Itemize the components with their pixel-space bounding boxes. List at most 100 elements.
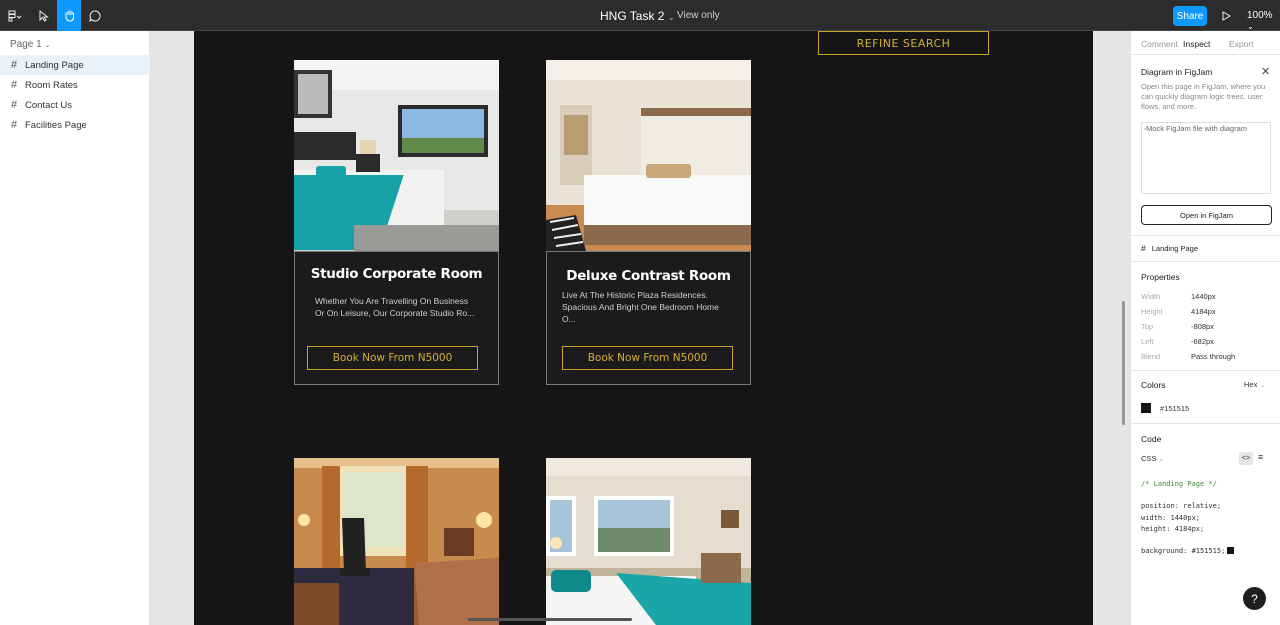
card-description: Whether You Are Travelling On Business Or… <box>315 295 474 319</box>
diagram-title: Diagram in FigJam <box>1141 67 1213 77</box>
tab-export[interactable]: Export <box>1229 39 1254 49</box>
prop-width-value: 1440px <box>1191 292 1216 301</box>
chevron-down-icon: ⌄ <box>44 42 51 49</box>
document-title[interactable]: HNG Task 2 ⌄ <box>600 9 675 23</box>
code-line: width: 1440px; <box>1141 514 1201 522</box>
layer-room-rates[interactable]: # Room Rates <box>0 75 150 95</box>
prop-height-value: 4184px <box>1191 307 1216 316</box>
close-icon[interactable]: ✕ <box>1261 65 1270 78</box>
layer-contact-us[interactable]: # Contact Us <box>0 95 150 115</box>
classic-room-photo <box>294 458 499 625</box>
chevron-down-icon: ⌄ <box>1259 380 1266 389</box>
ocean-room-photo <box>546 458 751 625</box>
color-format-label: Hex <box>1244 380 1258 389</box>
ocean-room-image <box>546 458 751 625</box>
card-desc-line: O... <box>562 314 576 324</box>
play-icon <box>1222 10 1231 21</box>
hand-icon <box>64 10 74 22</box>
code-line: height: 4184px; <box>1141 525 1205 533</box>
layer-facilities-page[interactable]: # Facilities Page <box>0 115 150 135</box>
open-in-figjam-button[interactable]: Open in FigJam <box>1141 205 1272 225</box>
layers-panel: Page 1 ⌄ # Landing Page # Room Rates # Cont… <box>0 31 150 625</box>
book-now-button[interactable]: Book Now From N5000 <box>307 346 478 370</box>
card-title: Studio Corporate Room <box>310 266 483 282</box>
preview-alt-text: Mock FigJam file with diagram <box>1146 124 1248 133</box>
deluxe-room-photo <box>546 60 751 251</box>
color-hex-value[interactable]: #151515 <box>1160 404 1189 413</box>
comment-tool-button[interactable] <box>83 0 107 31</box>
properties-title: Properties <box>1141 272 1180 282</box>
tab-inspect[interactable]: Inspect <box>1183 39 1210 49</box>
frame-name: # Landing Page <box>1141 243 1198 253</box>
code-view-icon[interactable]: <> <box>1239 452 1253 465</box>
book-now-button[interactable]: Book Now From N5000 <box>562 346 733 370</box>
code-language-select[interactable]: CSS ⌄ <box>1141 454 1165 463</box>
comment-icon <box>89 9 101 22</box>
chevron-down-icon: ⌄ <box>1247 22 1254 31</box>
chevron-down-icon: ⌄ <box>1158 454 1165 463</box>
card-desc-line: Whether You Are Travelling On Business <box>315 296 469 306</box>
prop-top-value: -808px <box>1191 322 1214 331</box>
toolbar: HNG Task 2 ⌄ View only Share 100% ⌄ <box>0 0 1280 31</box>
prop-left-label: Left <box>1141 337 1154 346</box>
page-selector[interactable]: Page 1 ⌄ <box>10 39 50 50</box>
frame-icon: # <box>11 99 18 111</box>
present-button[interactable] <box>1216 0 1236 31</box>
share-button[interactable]: Share <box>1173 6 1207 26</box>
refine-search-button[interactable]: REFINE SEARCH <box>818 31 989 55</box>
code-title: Code <box>1141 434 1162 444</box>
frame-icon: # <box>1141 243 1146 253</box>
code-line: position: relative; <box>1141 502 1222 510</box>
divider <box>1131 235 1280 236</box>
design-canvas[interactable]: REFINE SEARCH Studio Corporate Room Whet… <box>150 31 1130 625</box>
list-view-icon[interactable]: ≡ <box>1258 452 1263 462</box>
deluxe-room-card[interactable]: Deluxe Contrast Room Live At The Histori… <box>546 251 751 385</box>
divider <box>1131 423 1280 424</box>
figjam-preview-image: ▫Mock FigJam file with diagram <box>1141 122 1271 194</box>
colors-title: Colors <box>1141 380 1166 390</box>
deluxe-room-image <box>546 60 751 251</box>
layer-label: Contact Us <box>25 99 72 111</box>
move-tool-button[interactable] <box>32 0 56 31</box>
prop-blend-label: Blend <box>1141 352 1161 361</box>
hand-tool-button[interactable] <box>57 0 81 31</box>
color-format-select[interactable]: Hex ⌄ <box>1244 380 1266 389</box>
frame-icon: # <box>11 79 18 91</box>
help-button[interactable]: ? <box>1243 587 1266 610</box>
card-desc-line: Spacious And Bright One Bedroom Home <box>562 302 719 312</box>
document-title-text: HNG Task 2 <box>600 9 665 23</box>
layer-label: Facilities Page <box>25 119 87 131</box>
frame-icon: # <box>11 119 18 131</box>
zoom-control[interactable]: 100% ⌄ <box>1247 10 1280 32</box>
diagram-description: Open this page in FigJam, where you can … <box>1141 82 1266 111</box>
cursor-icon <box>39 9 49 22</box>
layer-label: Room Rates <box>25 79 78 91</box>
card-title: Deluxe Contrast Room <box>566 268 731 284</box>
chevron-down-icon: ⌄ <box>667 13 675 22</box>
code-language-label: CSS <box>1141 454 1157 463</box>
code-color-swatch <box>1227 547 1234 554</box>
vertical-scrollbar[interactable] <box>1122 301 1125 425</box>
page-selector-label: Page 1 <box>10 39 42 50</box>
figma-menu-button[interactable] <box>2 0 28 31</box>
layer-landing-page[interactable]: # Landing Page <box>0 55 150 75</box>
divider <box>1131 261 1280 262</box>
landing-page-frame: REFINE SEARCH Studio Corporate Room Whet… <box>194 31 1093 625</box>
code-line: background: #151515; <box>1141 547 1226 555</box>
view-only-label: View only <box>677 10 720 21</box>
layer-label: Landing Page <box>25 59 84 71</box>
studio-room-card[interactable]: Studio Corporate Room Whether You Are Tr… <box>294 251 499 385</box>
tab-comment[interactable]: Comment <box>1141 39 1178 49</box>
studio-room-photo <box>294 60 499 251</box>
zoom-level: 100% <box>1247 10 1273 21</box>
divider <box>1131 370 1280 371</box>
card-desc-line: Live At The Historic Plaza Residences. <box>562 290 708 300</box>
studio-room-image <box>294 60 499 251</box>
horizontal-scrollbar[interactable] <box>468 618 632 621</box>
color-swatch[interactable] <box>1141 403 1151 413</box>
prop-blend-value: Pass through <box>1191 352 1236 361</box>
frame-name-text: Landing Page <box>1151 244 1199 253</box>
card-description: Live At The Historic Plaza Residences. Sp… <box>562 289 719 325</box>
prop-top-label: Top <box>1141 322 1154 331</box>
figma-logo-icon <box>8 10 22 21</box>
